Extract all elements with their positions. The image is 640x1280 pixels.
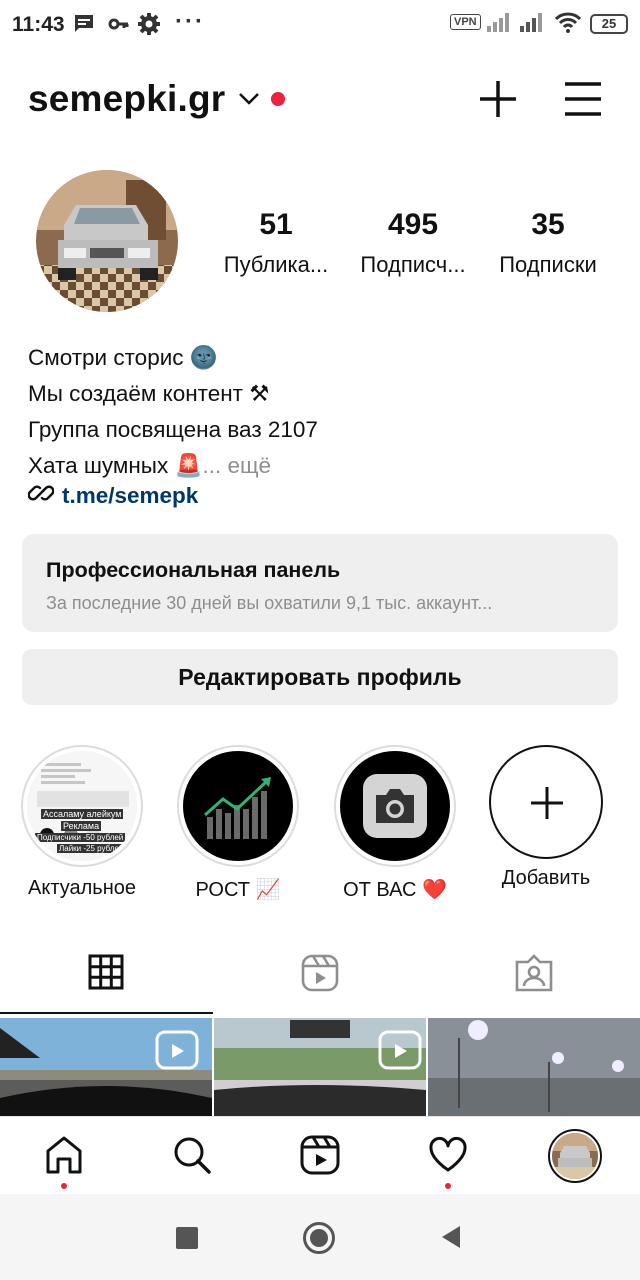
reels-icon[interactable] [300,1135,340,1180]
search-icon[interactable] [172,1135,212,1180]
stat-following[interactable]: 35 Подписки [478,208,618,278]
activity-notification-dot [445,1183,451,1189]
highlight-actual-label: Актуальное [28,877,136,899]
grid-post-1[interactable] [0,1018,212,1116]
highlight-actual-thumb: Ассаламу алейкум Реклама Подписчики -50 … [27,751,137,861]
status-time: 11:43 [12,13,65,36]
chevron-down-icon[interactable] [238,92,260,111]
home-icon[interactable] [44,1135,84,1180]
recents-square-icon[interactable] [176,1227,198,1249]
battery-icon: 25 [590,14,628,34]
tab-reels-icon[interactable] [301,954,339,997]
home-notification-dot [61,1183,67,1189]
stat-followers-label: Подписч... [360,252,466,277]
highlight-growth-thumb [183,751,293,861]
tab-tagged-icon[interactable] [515,954,553,997]
highlight-add[interactable]: Добавить [481,745,611,890]
bio-line-2: Мы создаём контент ⚒ [28,381,270,406]
bio-line-1: Смотри сторис 🌚 [28,345,218,370]
bio-link[interactable]: t.me/semepk [27,480,199,512]
grid-post-2[interactable] [214,1018,426,1116]
bio-line-4-text: Хата шумных 🚨 [28,453,203,478]
home-circle-inner [310,1229,328,1247]
highlight-actual[interactable]: Ассаламу алейкум Реклама Подписчики -50 … [17,745,147,900]
highlight-add-label: Добавить [501,867,591,889]
bio-line-3: Группа посвящена ваз 2107 [28,417,318,442]
home-circle-icon[interactable] [303,1222,335,1254]
wifi-icon [554,12,582,39]
stat-followers[interactable]: 495 Подписч... [343,208,483,278]
stat-posts[interactable]: 51 Публика... [206,208,346,278]
tab-grid-icon[interactable] [88,954,124,995]
profile-avatar[interactable] [36,170,178,312]
vpn-badge: VPN [450,14,481,30]
plus-icon [529,785,565,826]
status-bar: 11:43 ··· VPN 25 [0,0,640,50]
highlight-ring [177,745,299,867]
link-icon [27,480,55,512]
highlight-thumb-line-2: Реклама [61,821,102,831]
heart-icon[interactable] [428,1135,468,1180]
bottom-navigation [0,1116,640,1194]
stat-posts-label: Публика... [223,252,329,277]
profile-bio: Смотри сторис 🌚 Мы создаём контент ⚒ Гру… [28,340,318,484]
stat-following-label: Подписки [499,252,597,277]
stat-posts-value: 51 [259,208,293,241]
highlight-thumb-line-4: Лайки -25 рублей [57,844,126,853]
highlight-thumb-line-3: Подписчики -50 рублей [35,833,126,842]
bio-line-4: Хата шумных 🚨... ещё [28,448,318,484]
profile-nav-avatar[interactable] [548,1129,602,1183]
profile-tabs [0,940,640,1016]
add-highlight-circle [489,745,603,859]
edit-profile-button[interactable]: Редактировать профиль [22,649,618,705]
highlight-growth[interactable]: РОСТ 📈 [173,745,303,902]
gear-icon [137,12,161,41]
grid-post-3[interactable] [428,1018,640,1116]
highlight-thumb-line-1: Ассаламу алейкум [41,809,124,819]
bio-more-link[interactable]: ... ещё [202,453,271,478]
highlight-from-you-label: ОТ ВАС ❤️ [343,879,447,901]
highlight-growth-label: РОСТ 📈 [195,879,281,901]
posts-grid [0,1018,640,1116]
professional-dashboard-title: Профессиональная панель [46,558,341,582]
highlight-ring [334,745,456,867]
signal-icon [487,12,513,39]
stat-followers-value: 495 [387,208,439,241]
menu-hamburger-icon[interactable] [563,78,603,125]
highlight-from-you[interactable]: ОТ ВАС ❤️ [330,745,460,902]
profile-username[interactable]: semepki.gr [28,78,225,120]
key-icon [108,12,130,41]
highlight-ring: Ассаламу алейкум Реклама Подписчики -50 … [21,745,143,867]
professional-dashboard[interactable]: Профессиональная панель За последние 30 … [22,534,618,632]
bio-link-text: t.me/semepk [62,483,199,508]
more-dots-icon: ··· [175,8,205,35]
create-plus-icon[interactable] [478,78,518,125]
back-triangle-icon[interactable] [440,1224,462,1255]
system-navigation-bar [0,1194,640,1280]
highlight-from-you-thumb [340,751,450,861]
stat-following-value: 35 [531,208,565,241]
message-icon [72,12,96,41]
tab-active-indicator [0,1012,213,1014]
notification-dot [271,92,285,106]
signal-icon-2 [520,12,546,39]
professional-dashboard-subtitle: За последние 30 дней вы охватили 9,1 тыс… [46,593,493,613]
